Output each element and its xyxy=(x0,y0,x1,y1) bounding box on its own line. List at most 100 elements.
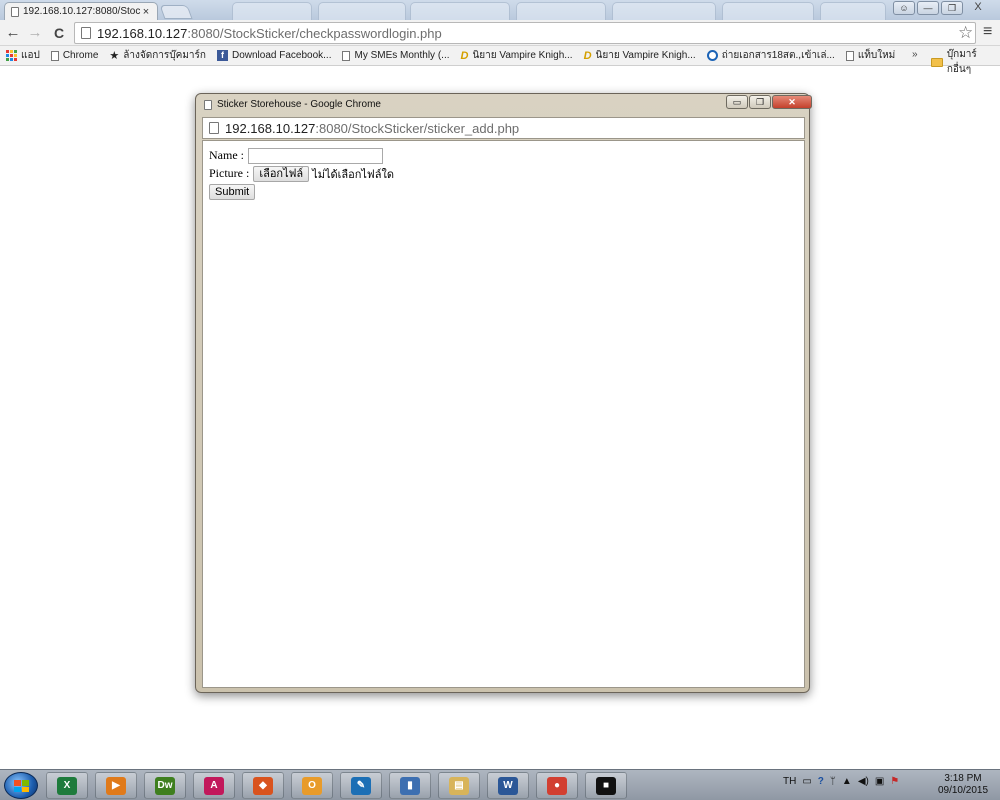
new-tab-button[interactable] xyxy=(159,5,193,19)
network-icon[interactable]: ▣ xyxy=(875,776,884,787)
background-tab[interactable] xyxy=(232,2,312,20)
taskbar-app-media-player[interactable]: ▶ xyxy=(95,772,137,799)
reload-icon[interactable]: C xyxy=(50,25,68,41)
bookmark-label: ล้างจัดการบุ๊คมาร์ก xyxy=(123,50,206,61)
folder-label: บุ๊กมาร์กอื่นๆ xyxy=(946,49,977,75)
bookmark-label: นิยาย Vampire Knigh... xyxy=(472,50,573,61)
popup-url-path: :8080/StockSticker/sticker_add.php xyxy=(315,120,520,136)
chart-tool-icon: ▮ xyxy=(400,776,420,795)
picture-label: Picture : xyxy=(209,166,250,180)
popup-title: Sticker Storehouse - Google Chrome xyxy=(217,99,381,110)
page-icon xyxy=(81,27,91,39)
profile-icon[interactable]: ☺ xyxy=(893,1,915,15)
restore-button[interactable]: ❐ xyxy=(941,1,963,15)
page-icon xyxy=(11,6,19,17)
circle-icon xyxy=(706,50,718,61)
tab-strip: 192.168.10.127:8080/Stoc × ☺ — ❐ X xyxy=(0,0,1000,20)
tab-title: 192.168.10.127:8080/Stoc xyxy=(23,6,141,17)
bookmark-item[interactable]: D นิยาย Vampire Knigh... xyxy=(461,48,573,63)
page-icon xyxy=(845,50,854,61)
taskbar-app-chrome[interactable]: ● xyxy=(536,772,578,799)
bookmark-label: Download Facebook... xyxy=(231,50,332,61)
taskbar-app-file-explorer[interactable]: ▤ xyxy=(438,772,480,799)
background-tab[interactable] xyxy=(410,2,510,20)
popup-address-bar: 192.168.10.127:8080/StockSticker/sticker… xyxy=(202,117,805,139)
taskbar-app-dreamweaver[interactable]: Dw xyxy=(144,772,186,799)
bookmark-item[interactable]: f Download Facebook... xyxy=(216,50,332,61)
bookmark-label: แอป xyxy=(21,50,40,61)
volume-icon[interactable]: ◀) xyxy=(858,776,869,787)
bookmark-star-icon[interactable]: ☆ xyxy=(958,23,973,43)
clock-date: 09/10/2015 xyxy=(937,785,989,796)
bookmark-item[interactable]: ถ่ายเอกสาร18สต.,เข้าเล่... xyxy=(706,48,835,63)
page-icon xyxy=(204,99,212,110)
star-icon: ★ xyxy=(109,50,120,62)
acrobat-icon: A xyxy=(204,776,224,795)
bookmark-label: นิยาย Vampire Knigh... xyxy=(595,50,696,61)
forward-icon[interactable]: → xyxy=(26,24,44,41)
bookmark-apps[interactable]: แอป xyxy=(6,48,40,63)
taskbar-app-excel[interactable]: X xyxy=(46,772,88,799)
start-button[interactable] xyxy=(4,772,38,799)
minimize-button[interactable]: — xyxy=(917,1,939,15)
excel-icon: X xyxy=(57,776,77,795)
page-icon xyxy=(50,50,59,61)
taskbar-app-acrobat[interactable]: A xyxy=(193,772,235,799)
background-tab[interactable] xyxy=(516,2,606,20)
bookmarks-bar: แอป Chrome ★ ล้างจัดการบุ๊คมาร์ก f Downl… xyxy=(0,46,1000,66)
taskbar-app-inkscape[interactable]: ✎ xyxy=(340,772,382,799)
chrome-icon: ● xyxy=(547,776,567,795)
bookmark-item[interactable]: Chrome xyxy=(50,50,98,61)
bookmark-label: ถ่ายเอกสาร18สต.,เข้าเล่... xyxy=(721,50,835,61)
taskbar-app-chart-tool[interactable]: ▮ xyxy=(389,772,431,799)
dek-d-icon: D xyxy=(460,49,469,62)
show-hidden-icons[interactable]: ▲ xyxy=(842,776,852,787)
background-tab[interactable] xyxy=(722,2,814,20)
popup-restore-button[interactable]: ❐ xyxy=(749,95,771,109)
bookmarks-overflow-icon[interactable]: » xyxy=(912,49,918,60)
tab-close-icon[interactable]: × xyxy=(141,6,151,18)
page-icon xyxy=(342,50,351,61)
cmd-window-icon: ■ xyxy=(596,776,616,795)
ms-office-icon: ◆ xyxy=(253,776,273,795)
choose-file-button[interactable]: เลือกไฟล์ xyxy=(253,165,310,182)
bookmark-item[interactable]: My SMEs Monthly (... xyxy=(342,50,450,61)
bookmark-label: แท็บใหม่ xyxy=(857,50,896,61)
dreamweaver-icon: Dw xyxy=(155,776,175,795)
submit-button[interactable]: Submit xyxy=(209,183,256,200)
clock-time: 3:18 PM xyxy=(944,773,982,784)
taskbar-app-outlook[interactable]: O xyxy=(291,772,333,799)
inkscape-icon: ✎ xyxy=(351,776,371,795)
taskbar-app-ms-office[interactable]: ◆ xyxy=(242,772,284,799)
bookmark-item[interactable]: D นิยาย Vampire Knigh... xyxy=(584,48,696,63)
taskbar: X ▶ Dw A ◆ O ✎ ▮ ▤ W ● ■ TH ▭ ? ᛘ ▲ ◀) ▣ ⚑ 3:18 PM … xyxy=(0,769,1000,800)
usb-icon[interactable]: ᛘ xyxy=(830,776,836,787)
popup-window: Sticker Storehouse - Google Chrome ▭ ❐ ✕… xyxy=(195,93,812,693)
word-icon: W xyxy=(498,776,518,795)
clock[interactable]: 3:18 PM 09/10/2015 xyxy=(933,773,993,797)
name-input[interactable] xyxy=(248,147,383,164)
other-bookmarks-folder[interactable]: บุ๊กมาร์กอื่นๆ xyxy=(931,47,1000,77)
help-icon[interactable]: ? xyxy=(818,776,824,787)
back-icon[interactable]: ← xyxy=(4,24,22,41)
popup-window-controls: ▭ ❐ ✕ xyxy=(726,95,812,109)
active-tab[interactable]: 192.168.10.127:8080/Stoc × xyxy=(4,2,158,20)
menu-icon[interactable]: ≡ xyxy=(983,23,992,41)
page-icon xyxy=(209,122,219,134)
bookmark-label: My SMEs Monthly (... xyxy=(354,50,450,61)
taskbar-app-cmd-window[interactable]: ■ xyxy=(585,772,627,799)
bookmark-item[interactable]: ★ ล้างจัดการบุ๊คมาร์ก xyxy=(109,48,206,63)
background-tab[interactable] xyxy=(612,2,716,20)
background-tab[interactable] xyxy=(318,2,406,20)
popup-minimize-button[interactable]: ▭ xyxy=(726,95,748,109)
address-bar[interactable]: 192.168.10.127:8080/StockSticker/checkpa… xyxy=(74,22,976,44)
language-indicator[interactable]: TH xyxy=(783,776,796,787)
background-tab[interactable] xyxy=(820,2,886,20)
popup-close-button[interactable]: ✕ xyxy=(772,95,812,109)
dek-d-icon: D xyxy=(583,49,592,62)
bookmark-item[interactable]: แท็บใหม่ xyxy=(845,48,896,63)
action-center-icon[interactable]: ⚑ xyxy=(890,776,899,787)
taskbar-app-word[interactable]: W xyxy=(487,772,529,799)
close-button[interactable]: X xyxy=(965,1,991,15)
keyboard-icon[interactable]: ▭ xyxy=(802,776,811,787)
